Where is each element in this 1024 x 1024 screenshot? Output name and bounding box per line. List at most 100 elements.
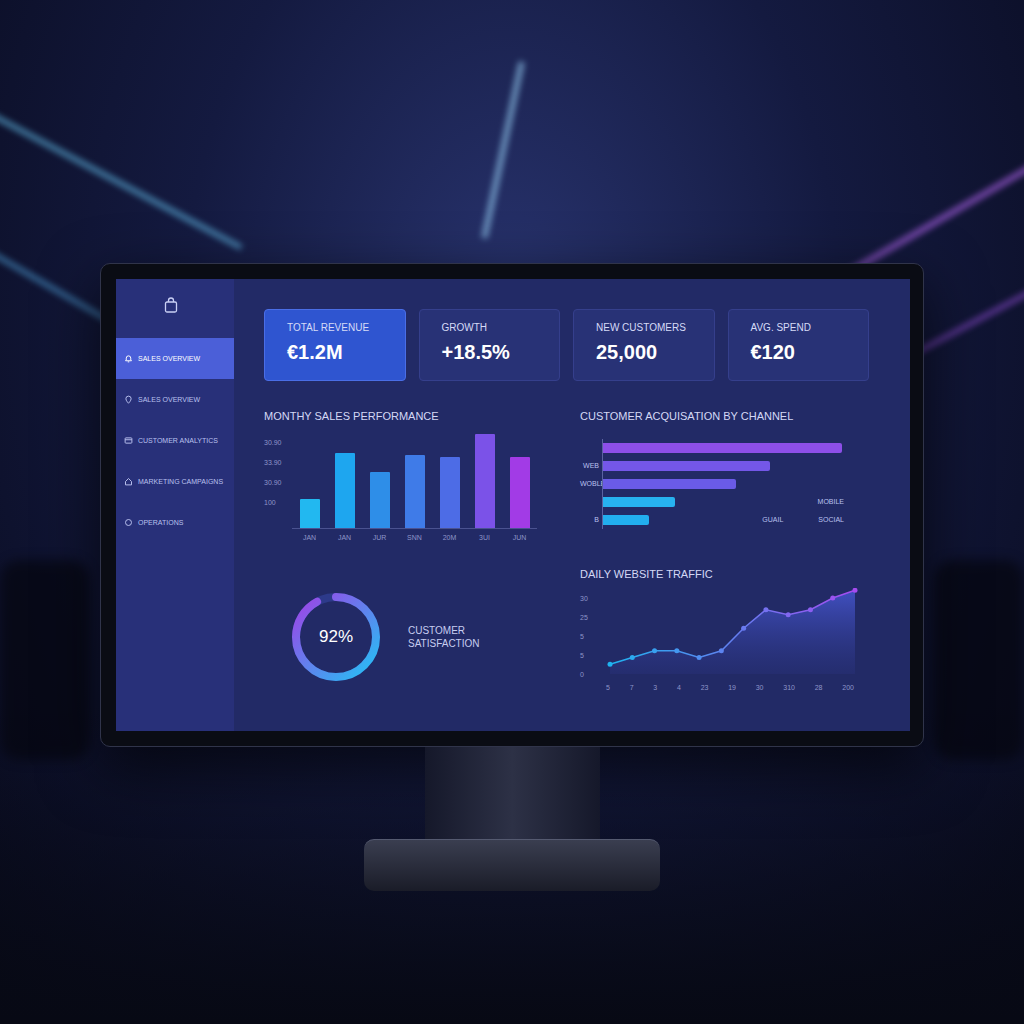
data-point[interactable] <box>608 662 613 667</box>
chart-title-text: DAILY WEBSITE TRAFFIC <box>580 568 713 580</box>
bar[interactable] <box>510 457 530 528</box>
bar-track <box>602 457 869 475</box>
y-tick: 33.90 <box>264 458 292 468</box>
sales-chart: 30.90 33.90 30.90 100 <box>264 432 544 529</box>
sidebar-label: CUSTOMER ANALYTICS <box>138 436 218 446</box>
sidebar-item[interactable]: SALES OVERVIEW <box>116 379 234 420</box>
area-fill <box>610 590 855 674</box>
y-tick: 30.90 <box>264 438 292 448</box>
sidebar-item[interactable]: CUSTOMER ANALYTICS <box>116 420 234 461</box>
kpi-row: TOTAL REVENUE€1.2M GROWTH +18.5% NEW CUSTOM… <box>264 309 869 381</box>
sidebar-menu: SALES OVERVIEWSALES OVERVIEW CUSTOMER ANA… <box>116 338 234 543</box>
pin-icon <box>124 395 133 404</box>
satisfaction-text: CUSTOMER SATISFACTION <box>408 625 480 649</box>
kpi-label: AVG. SPEND <box>751 322 847 334</box>
bar[interactable] <box>440 457 460 528</box>
channel-bar[interactable] <box>603 515 649 525</box>
plot-area <box>602 588 858 680</box>
channel-row: WOBLE <box>580 475 869 493</box>
x-tick: 3 <box>653 683 657 693</box>
kpi-value: €120 <box>751 340 847 364</box>
y-axis: 30.90 33.90 30.90 100 <box>264 432 292 529</box>
data-point[interactable] <box>763 607 768 612</box>
data-point[interactable] <box>741 626 746 631</box>
channel-label: WEB <box>583 462 599 469</box>
line-chart <box>602 588 858 680</box>
x-tick: 20M <box>440 533 460 543</box>
bar-fill <box>405 455 425 528</box>
y-tick: 30.90 <box>264 478 292 488</box>
kpi-value: +18.5% <box>442 340 538 364</box>
data-point[interactable] <box>630 655 635 660</box>
kpi-label: GROWTH <box>442 322 538 334</box>
kpi-value: 25,000 <box>596 340 692 364</box>
kpi-card[interactable]: TOTAL REVENUE€1.2M <box>264 309 406 381</box>
trend-line <box>610 590 855 664</box>
chart-grid: MONTHY SALES PERFORMANCE 30.9033.9030.90… <box>264 410 869 693</box>
chart-title: MONTHY SALES PERFORMANCE <box>264 410 544 422</box>
x-tick: 19 <box>728 683 736 693</box>
chart-title-text: CUSTOMER ACQUISATION BY CHANNEL <box>580 410 793 422</box>
kpi-card[interactable]: NEW CUSTOMERS 25,000 <box>573 309 715 381</box>
y-tick: 5 <box>580 651 602 661</box>
y-tick: 30 <box>580 594 602 604</box>
y-axis: 3025550 <box>580 588 602 680</box>
data-point[interactable] <box>853 588 858 593</box>
y-tick: 5 <box>580 632 602 642</box>
channel-row <box>580 439 869 457</box>
bar-track: GUAILSOCIAL <box>602 511 869 529</box>
y-tick: 25 <box>580 613 602 623</box>
data-point[interactable] <box>830 596 835 601</box>
channel-bar[interactable] <box>603 479 736 489</box>
x-tick: 3UI <box>475 533 495 543</box>
channel-bar[interactable] <box>603 443 842 453</box>
sidebar-label: MARKETING CAMPAIGNS <box>138 477 223 487</box>
kpi-label: NEW CUSTOMERS <box>596 322 692 334</box>
data-point[interactable] <box>674 648 679 653</box>
chair <box>0 560 90 760</box>
data-point[interactable] <box>719 648 724 653</box>
kpi-card[interactable]: GROWTH +18.5% <box>419 309 561 381</box>
satisfaction-value: 92% <box>319 627 353 647</box>
logo[interactable] <box>116 297 234 337</box>
x-tick: JUN <box>510 533 530 543</box>
data-point[interactable] <box>652 648 657 653</box>
channel-label-cell: B <box>580 515 602 525</box>
bar-fill <box>300 499 320 528</box>
channel-bar[interactable] <box>603 497 675 507</box>
x-axis: JANJANJURSNN20M3UIJUN <box>292 533 537 543</box>
x-tick-label: 20M <box>443 533 457 543</box>
sidebar-item[interactable]: MARKETING CAMPAIGNS <box>116 461 234 502</box>
sidebar-item[interactable]: SALES OVERVIEW <box>116 338 234 379</box>
bar[interactable] <box>335 453 355 528</box>
bar[interactable] <box>475 434 495 528</box>
right-column: CUSTOMER ACQUISATION BY CHANNEL WEB WOBLE… <box>580 410 869 693</box>
bell-icon <box>124 354 133 363</box>
channel-label: B <box>594 516 599 523</box>
data-point[interactable] <box>786 612 791 617</box>
left-column: MONTHY SALES PERFORMANCE 30.9033.9030.90… <box>264 410 544 693</box>
home-icon <box>124 477 133 486</box>
kpi-card[interactable]: AVG. SPEND €120 <box>728 309 870 381</box>
channel-row: BGUAILSOCIAL <box>580 511 869 529</box>
satisfaction-label: CUSTOMER SATISFACTION <box>408 624 488 650</box>
channel-bar[interactable] <box>603 461 770 471</box>
satisfaction-widget: 92% CUSTOMER SATISFACTION <box>264 589 544 685</box>
chair <box>934 560 1024 760</box>
channel-row: MOBILE <box>580 493 869 511</box>
x-tick-label: 3UI <box>479 533 490 543</box>
donut-center: 92% <box>288 589 384 685</box>
data-point[interactable] <box>808 607 813 612</box>
screen: SALES OVERVIEWSALES OVERVIEW CUSTOMER ANA… <box>116 279 910 731</box>
channel-note: GUAIL <box>762 515 783 525</box>
sidebar-item[interactable]: OPERATIONS <box>116 502 234 543</box>
bar[interactable] <box>300 499 320 528</box>
x-tick: SNN <box>405 533 425 543</box>
chart-title-text: MONTHY SALES PERFORMANCE <box>264 410 439 422</box>
bar[interactable] <box>370 472 390 528</box>
chart-title: DAILY WEBSITE TRAFFIC <box>580 568 869 580</box>
data-point[interactable] <box>697 655 702 660</box>
x-tick: 30 <box>756 683 764 693</box>
y-tick: 100 <box>264 498 292 508</box>
bar[interactable] <box>405 455 425 528</box>
